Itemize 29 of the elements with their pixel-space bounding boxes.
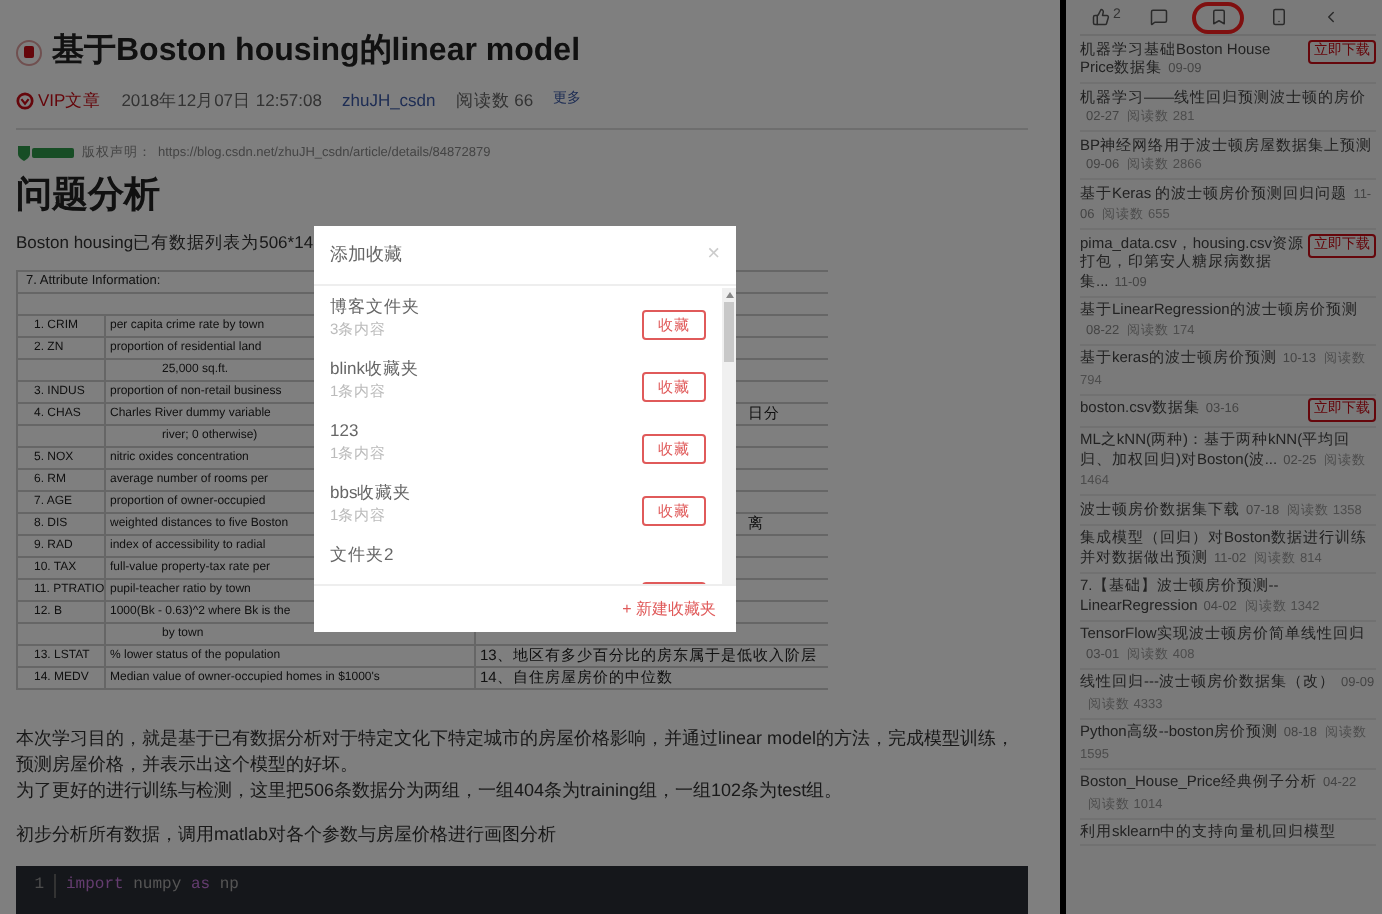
vip-icon <box>16 91 34 110</box>
new-folder-button[interactable]: + 新建收藏夹 <box>622 597 716 621</box>
bookmark-icon <box>1209 8 1227 26</box>
read-count: 阅读数 66 <box>455 88 534 114</box>
folder-name: 博客文件夹 <box>330 294 420 318</box>
original-icon <box>16 39 42 65</box>
article-title: 基于Boston housing的linear model <box>52 31 581 72</box>
bookmark-toolbar-button[interactable] <box>1192 1 1244 33</box>
paragraph: 初步分析所有数据，调用matlab对各个参数与房屋价格进行画图分析 <box>16 822 559 849</box>
post-date: 2018年12月07日 12:57:08 <box>121 88 322 114</box>
dialog-title: 添加收藏 <box>330 241 402 268</box>
folder-name: bbs收藏夹 <box>330 480 412 504</box>
comment-icon <box>1149 8 1167 26</box>
thumbs-up-icon <box>1091 8 1110 26</box>
folder-name: 文件夹2 <box>330 542 394 566</box>
folder-name: 123 <box>330 418 361 442</box>
folder-name: blink收藏夹 <box>330 356 419 380</box>
scroll-up-icon <box>725 292 733 298</box>
author-link[interactable]: zhuJH_csdn <box>341 88 436 114</box>
code-line: import numpy as np <box>64 874 239 899</box>
phone-icon <box>1269 8 1287 26</box>
paragraph: 本次学习目的，就是基于已有数据分析对于特定文化下特定城市的房屋价格影响，并通过linear model的方法，完成模型训练，预测房屋价格，并表示出这个模型的好坏。 <box>16 726 1017 779</box>
vip-label: VIP文章 <box>38 88 102 114</box>
paragraph: Boston housing已有数据列表为506*14 <box>16 229 314 255</box>
scrollbar[interactable] <box>722 288 736 584</box>
section-heading: 问题分析 <box>16 171 162 217</box>
shield-logo-icon <box>16 144 76 163</box>
scrollbar-thumb[interactable] <box>724 302 734 362</box>
paragraph: 为了更好的进行训练与检测，这里把506条数据分为两组，一组404条为training组，一组102条为test组。 <box>16 778 845 805</box>
